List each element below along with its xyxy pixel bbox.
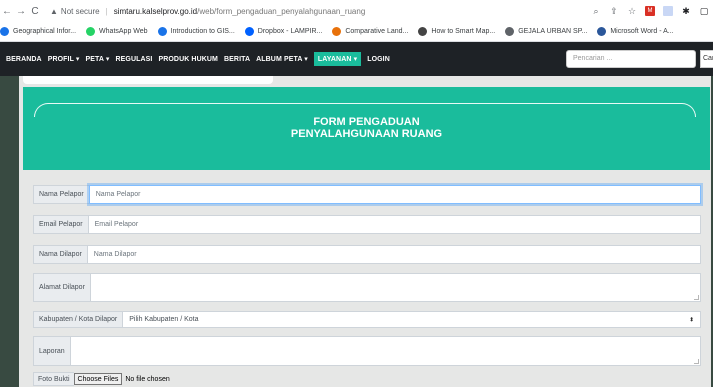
bookmark-favicon-icon: [157, 27, 167, 36]
kabupaten-selected: Pilih Kabupaten / Kota: [129, 316, 199, 323]
laporan-textarea[interactable]: [69, 336, 701, 366]
select-caret-icon: ⬍: [688, 317, 694, 323]
email-pelapor-row: Email Pelapor Email Pelapor: [33, 215, 701, 234]
bookmark-label: How to Smart Map...: [431, 28, 496, 35]
share-icon[interactable]: ⇪: [609, 6, 619, 16]
email-pelapor-input[interactable]: Email Pelapor: [87, 215, 701, 234]
nav-item[interactable]: ALBUM PETA ▾: [256, 55, 308, 63]
laporan-label: Laporan: [33, 336, 70, 366]
url-separator: |: [105, 6, 108, 16]
nav-item[interactable]: PETA ▾: [86, 55, 110, 63]
nav-item[interactable]: PROFIL ▾: [48, 55, 80, 63]
file-status: No file chosen: [125, 375, 170, 383]
nama-pelapor-label: Nama Pelapor: [33, 185, 89, 204]
resize-handle-icon[interactable]: [694, 295, 699, 300]
kabupaten-row: Kabupaten / Kota Dilapor Pilih Kabupaten…: [33, 311, 701, 328]
alamat-dilapor-row: Alamat Dilapor: [33, 273, 701, 302]
bookmark-favicon-icon: [332, 27, 342, 36]
nav-item[interactable]: BERANDA: [6, 56, 42, 63]
foto-bukti-row: Foto Bukti Choose Files No file chosen: [33, 372, 170, 386]
bookmark-label: WhatsApp Web: [99, 28, 148, 35]
browser-toolbar: ← → C ▲ Not secure | simtaru.kalselprov.…: [0, 0, 713, 22]
alamat-dilapor-textarea[interactable]: [89, 273, 701, 302]
search-button[interactable]: Car: [700, 50, 713, 68]
sidebar-icon[interactable]: ▢: [699, 6, 709, 16]
bookmark-favicon-icon: [86, 27, 96, 36]
reload-icon[interactable]: C: [28, 6, 42, 17]
kabupaten-select[interactable]: Pilih Kabupaten / Kota ⬍: [122, 311, 701, 328]
nav-item[interactable]: PRODUK HUKUM: [158, 56, 218, 63]
bookmark-label: Dropbox - LAMPIR...: [257, 28, 323, 35]
not-secure-label: Not secure: [60, 6, 100, 16]
foto-bukti-label: Foto Bukti: [33, 372, 74, 386]
nama-dilapor-label: Nama Dilapor: [33, 245, 87, 264]
puzzle-icon[interactable]: [663, 6, 673, 16]
resize-handle-icon[interactable]: [694, 359, 699, 364]
bookmark-item[interactable]: Geographical Infor...: [0, 27, 76, 36]
choose-files-button[interactable]: Choose Files: [73, 373, 123, 385]
bookmark-label: Comparative Land...: [345, 28, 409, 35]
bookmark-favicon-icon: [418, 27, 428, 36]
address-bar[interactable]: ▲ Not secure | simtaru.kalselprov.go.id …: [50, 7, 591, 16]
bookmark-item[interactable]: Comparative Land...: [332, 27, 408, 36]
url-host: simtaru.kalselprov.go.id: [113, 6, 198, 16]
bookmark-item[interactable]: Introduction to GIS...: [157, 27, 235, 36]
form-title-line2: PENYALAHGUNAAN RUANG: [290, 128, 443, 140]
nama-dilapor-row: Nama Dilapor Nama Dilapor: [33, 245, 701, 264]
bookmark-item[interactable]: Microsoft Word - A...: [597, 27, 674, 36]
extension-icon[interactable]: M: [645, 6, 655, 16]
bookmark-item[interactable]: Dropbox - LAMPIR...: [244, 27, 323, 36]
form-title: FORM PENGADUAN PENYALAHGUNAAN RUANG: [23, 116, 710, 140]
search-input[interactable]: Pencarian ...: [566, 50, 696, 68]
bookmark-favicon-icon: [597, 27, 607, 36]
nav-item[interactable]: LOGIN: [367, 56, 390, 63]
nama-dilapor-input[interactable]: Nama Dilapor: [86, 245, 701, 264]
bookmarks-bar: Geographical Infor... WhatsApp Web Introdu…: [0, 22, 713, 42]
form-title-line1: FORM PENGADUAN: [313, 116, 420, 128]
email-pelapor-label: Email Pelapor: [33, 215, 88, 234]
alamat-dilapor-label: Alamat Dilapor: [33, 273, 90, 302]
nama-pelapor-input[interactable]: Nama Pelapor: [88, 185, 701, 204]
bookmark-label: Geographical Infor...: [13, 28, 77, 35]
bookmark-favicon-icon: [244, 27, 254, 36]
forward-icon[interactable]: →: [14, 6, 28, 17]
header-arc: [34, 103, 696, 117]
bookmark-item[interactable]: How to Smart Map...: [418, 27, 495, 36]
warning-icon: ▲: [50, 6, 58, 16]
top-strip: [23, 76, 273, 84]
bookmark-label: Introduction to GIS...: [170, 28, 235, 35]
bookmark-label: Microsoft Word - A...: [610, 28, 674, 35]
bookmark-favicon-icon: [505, 27, 515, 36]
nav-item[interactable]: BERITA: [224, 56, 250, 63]
nama-pelapor-row: Nama Pelapor Nama Pelapor: [33, 185, 701, 204]
bookmark-favicon-icon: [0, 27, 9, 36]
kabupaten-label: Kabupaten / Kota Dilapor: [33, 311, 123, 328]
nav-item[interactable]: REGULASI: [115, 56, 152, 63]
laporan-row: Laporan: [33, 336, 701, 366]
pin-icon[interactable]: ✱: [681, 6, 691, 16]
url-path: /web/form_pengaduan_penyalahgunaan_ruang: [197, 6, 366, 16]
search-icon[interactable]: ⌕: [591, 6, 601, 16]
bookmark-label: GEJALA URBAN SP...: [518, 28, 588, 35]
star-icon[interactable]: ☆: [627, 6, 637, 16]
nav-item[interactable]: LAYANAN ▾: [313, 52, 362, 66]
bookmark-item[interactable]: WhatsApp Web: [86, 27, 148, 36]
bookmark-item[interactable]: GEJALA URBAN SP...: [505, 27, 587, 36]
back-icon[interactable]: ←: [0, 6, 14, 17]
